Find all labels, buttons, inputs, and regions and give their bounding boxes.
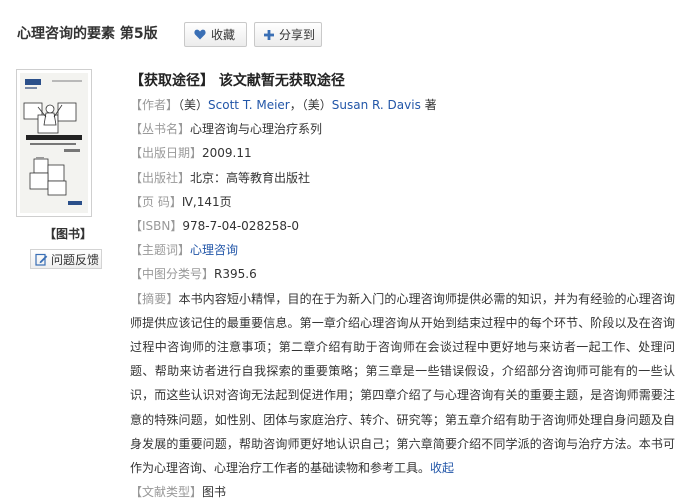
favorite-label: 收藏 (211, 28, 236, 42)
page-title: 心理咨询的要素 第5版 (17, 26, 158, 42)
author-separator: ， (289, 98, 302, 112)
abstract-text: 本书内容短小精悍，目的在于为新入门的心理咨询师提供必需的知识，并为有经验的心理咨… (130, 291, 675, 475)
publisher-value: 北京：高等教育出版社 (190, 170, 311, 185)
share-button[interactable]: 分享到 (254, 22, 322, 47)
doc-type-tag: 【图书】 (44, 227, 93, 241)
availability: 【获取途径】 该文献暂无获取途径 (130, 73, 345, 89)
clc-label: 【中图分类号】 (130, 267, 215, 282)
author-label: 【作者】 (130, 98, 179, 112)
isbn-row: 【ISBN】978-7-04-028258-0 (130, 214, 675, 238)
pages-row: 【页 码】Ⅳ,141页 (130, 190, 675, 214)
isbn-label: 【ISBN】 (130, 218, 183, 233)
author-nationality-1: （美） (178, 98, 209, 112)
author-link-1[interactable]: Scott T. Meier (208, 98, 290, 112)
pages-value: Ⅳ,141页 (181, 194, 232, 209)
pages-label: 【页 码】 (130, 194, 182, 209)
subject-row: 【主题词】心理咨询 (130, 238, 675, 262)
collapse-link[interactable]: 收起 (430, 461, 454, 475)
publisher-label: 【出版社】 (130, 170, 191, 185)
doctype-value: 图书 (202, 485, 227, 500)
doctype-label: 【文献类型】 (130, 485, 203, 500)
subject-link[interactable]: 心理咨询 (190, 243, 238, 257)
feedback-button[interactable]: 问题反馈 (30, 249, 102, 269)
abstract: 【摘要】本书内容短小精悍，目的在于为新入门的心理咨询师提供必需的知识，并为有经验… (130, 287, 675, 481)
share-label: 分享到 (279, 28, 316, 42)
detail-header: 心理咨询的要素 第5版 收藏 分享到 (0, 0, 692, 58)
feedback-label: 问题反馈 (51, 252, 100, 267)
series-label: 【丛书名】 (130, 122, 191, 137)
date-label: 【出版日期】 (130, 146, 203, 161)
book-details: 【获取途径】 该文献暂无获取途径 【作者】（美）Scott T. Meier，（… (130, 71, 675, 500)
publisher-row: 【出版社】北京：高等教育出版社 (130, 166, 675, 190)
plus-icon (264, 29, 274, 40)
book-cover[interactable] (16, 69, 92, 217)
isbn-value: 978-7-04-028258-0 (182, 218, 299, 233)
clc-value: R395.6 (214, 267, 257, 282)
series-row: 【丛书名】心理咨询与心理治疗系列 (130, 117, 675, 141)
book-cover-image (20, 73, 88, 213)
series-value: 心理咨询与心理治疗系列 (190, 122, 323, 137)
author-link-2[interactable]: Susan R. Davis (332, 98, 421, 112)
author-nationality-2: （美） (301, 98, 332, 112)
author-role: 著 (420, 98, 437, 112)
date-value: 2009.11 (202, 146, 252, 161)
abstract-label: 【摘要】 (130, 291, 179, 306)
heart-icon (194, 29, 206, 40)
date-row: 【出版日期】2009.11 (130, 141, 675, 165)
subject-label: 【主题词】 (130, 243, 191, 258)
favorite-button[interactable]: 收藏 (184, 22, 247, 47)
edit-icon (35, 253, 48, 266)
clc-row: 【中图分类号】R395.6 (130, 262, 675, 286)
doctype-row: 【文献类型】图书 (130, 480, 675, 500)
author-row: 【作者】（美）Scott T. Meier，（美）Susan R. Davis … (130, 93, 675, 117)
